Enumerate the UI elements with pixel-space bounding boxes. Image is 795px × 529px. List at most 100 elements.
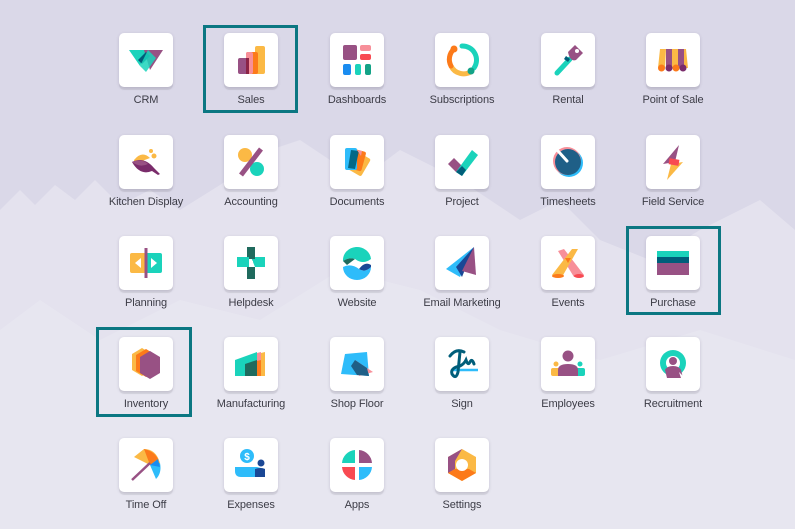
app-tile[interactable] (646, 135, 700, 189)
app-grid: CRM Sales Dashboards Subscriptions Renta… (0, 0, 795, 529)
app-label: Dashboards (327, 94, 387, 106)
app-label: Inventory (123, 398, 169, 410)
app-point-of-sale[interactable]: Point of Sale (623, 33, 723, 123)
app-tile[interactable]: $ (224, 438, 278, 492)
app-tile[interactable] (224, 236, 278, 290)
app-planning[interactable]: Planning (96, 236, 196, 326)
subscriptions-icon (446, 43, 479, 77)
app-apps[interactable]: Apps (307, 438, 407, 528)
app-tile[interactable] (119, 337, 173, 391)
kitchen-display-icon (132, 149, 160, 175)
app-tile[interactable] (224, 337, 278, 391)
app-manufacturing[interactable]: Manufacturing (201, 337, 301, 427)
purchase-icon (657, 251, 689, 275)
app-purchase[interactable]: Purchase (623, 236, 723, 326)
sign-icon (448, 349, 478, 379)
app-tile[interactable] (330, 337, 384, 391)
app-label: Settings (442, 499, 482, 511)
app-label: Sign (451, 398, 473, 410)
app-tile[interactable] (119, 236, 173, 290)
app-tile[interactable] (435, 236, 489, 290)
app-tile[interactable] (435, 337, 489, 391)
app-tile[interactable] (224, 33, 278, 87)
app-label: Rental (552, 94, 584, 106)
app-project[interactable]: Project (412, 135, 512, 225)
app-employees[interactable]: Employees (518, 337, 618, 427)
app-expenses[interactable]: $ Expenses (201, 438, 301, 528)
app-tile[interactable] (330, 135, 384, 189)
app-sales[interactable]: Sales (201, 33, 301, 123)
app-tile[interactable] (646, 33, 700, 87)
app-inventory[interactable]: Inventory (96, 337, 196, 427)
dashboards-icon (343, 45, 371, 75)
apps-icon (342, 450, 372, 480)
project-icon (448, 150, 478, 176)
recruitment-icon (660, 350, 686, 378)
app-shop-floor[interactable]: Shop Floor (307, 337, 407, 427)
app-tile[interactable] (330, 438, 384, 492)
app-field-service[interactable]: Field Service (623, 135, 723, 225)
svg-text:$: $ (244, 452, 250, 463)
events-icon (552, 249, 584, 278)
app-tile[interactable] (541, 236, 595, 290)
app-tile[interactable] (541, 33, 595, 87)
employees-icon (551, 350, 585, 376)
app-label: Accounting (224, 196, 278, 208)
shop-floor-icon (341, 352, 373, 376)
app-label: Timesheets (540, 196, 596, 208)
app-dashboards[interactable]: Dashboards (307, 33, 407, 123)
app-tile[interactable] (435, 438, 489, 492)
app-tile[interactable] (646, 337, 700, 391)
accounting-icon (238, 147, 264, 177)
settings-icon (448, 449, 476, 481)
app-tile[interactable] (119, 438, 173, 492)
app-subscriptions[interactable]: Subscriptions (412, 33, 512, 123)
manufacturing-icon (235, 352, 265, 376)
timesheets-icon (553, 147, 583, 177)
app-label: Shop Floor (330, 398, 384, 410)
time-off-icon (131, 449, 161, 481)
inventory-icon (132, 348, 160, 379)
app-label: Apps (344, 499, 370, 511)
app-tile[interactable] (330, 236, 384, 290)
app-rental[interactable]: Rental (518, 33, 618, 123)
point-of-sale-icon (658, 49, 688, 72)
app-tile[interactable] (646, 236, 700, 290)
app-email-marketing[interactable]: Email Marketing (412, 236, 512, 326)
rental-icon (554, 45, 583, 76)
expenses-icon: $ (235, 449, 265, 477)
app-crm[interactable]: CRM (96, 33, 196, 123)
app-settings[interactable]: Settings (412, 438, 512, 528)
planning-icon (130, 248, 162, 278)
app-label: Point of Sale (642, 94, 704, 106)
app-tile[interactable] (119, 33, 173, 87)
app-tile[interactable] (541, 135, 595, 189)
app-accounting[interactable]: Accounting (201, 135, 301, 225)
app-label: Field Service (641, 196, 705, 208)
app-sign[interactable]: Sign (412, 337, 512, 427)
app-website[interactable]: Website (307, 236, 407, 326)
app-events[interactable]: Events (518, 236, 618, 326)
app-tile[interactable] (435, 135, 489, 189)
app-label: Planning (124, 297, 167, 309)
app-timesheets[interactable]: Timesheets (518, 135, 618, 225)
app-time-off[interactable]: Time Off (96, 438, 196, 528)
app-label: Expenses (227, 499, 275, 511)
app-kitchen-display[interactable]: Kitchen Display (96, 135, 196, 225)
app-tile[interactable] (541, 337, 595, 391)
app-label: Website (337, 297, 377, 309)
app-tile[interactable] (224, 135, 278, 189)
app-helpdesk[interactable]: Helpdesk (201, 236, 301, 326)
crm-icon (129, 50, 163, 72)
app-tile[interactable] (119, 135, 173, 189)
app-tile[interactable] (330, 33, 384, 87)
app-label: Kitchen Display (108, 196, 184, 208)
app-label: Project (445, 196, 479, 208)
app-documents[interactable]: Documents (307, 135, 407, 225)
app-label: Helpdesk (228, 297, 274, 309)
app-tile[interactable] (435, 33, 489, 87)
app-label: Events (551, 297, 585, 309)
field-service-icon (663, 145, 683, 180)
documents-icon (345, 148, 371, 176)
app-recruitment[interactable]: Recruitment (623, 337, 723, 427)
